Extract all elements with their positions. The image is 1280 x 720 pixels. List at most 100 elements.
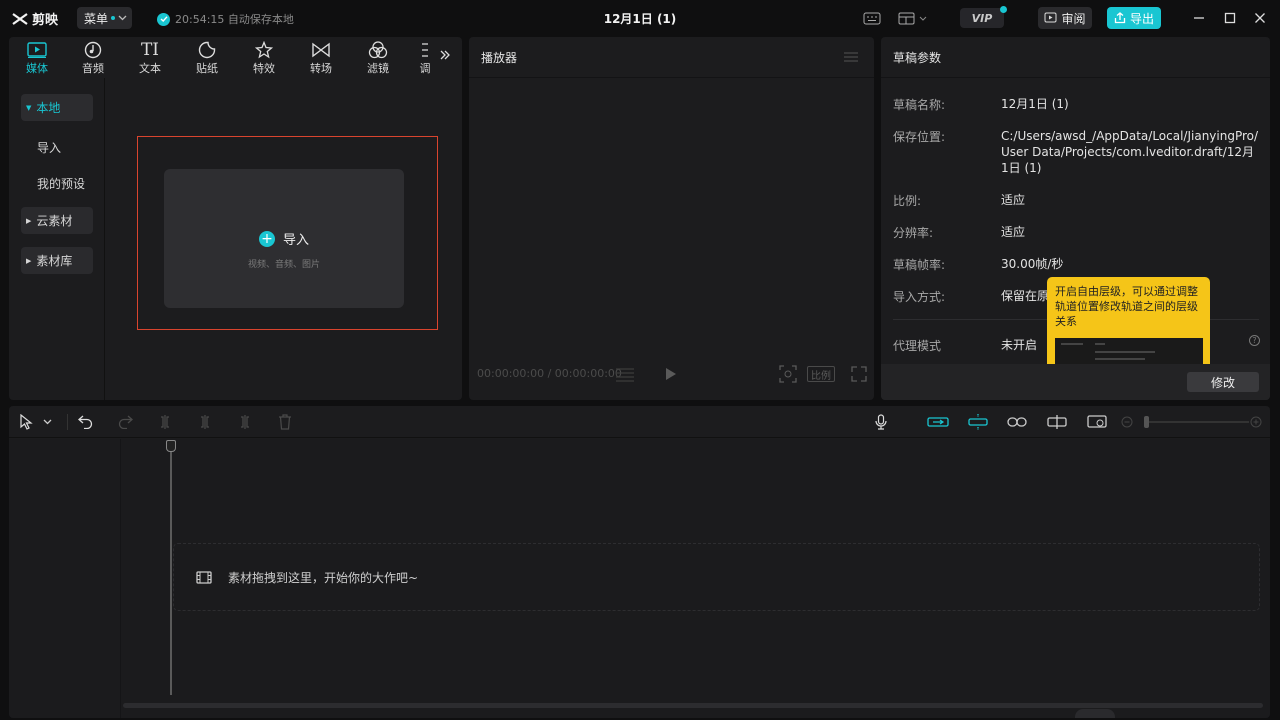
drop-hint: 素材拖拽到这里，开始你的大作吧~ [228,570,419,585]
timeline-body: 素材拖拽到这里，开始你的大作吧~ [9,439,1270,718]
zoom-slider-track[interactable] [1149,421,1249,423]
redo-icon[interactable] [117,414,133,430]
split-right-icon[interactable] [237,414,253,430]
timeline-drop-zone[interactable]: 素材拖拽到这里，开始你的大作吧~ [173,543,1260,611]
document-title: 12月1日 (1) [603,12,677,26]
layout-switch-icon[interactable] [896,9,930,27]
playhead-handle[interactable] [166,440,176,452]
sidebar-item-cloud[interactable]: ▶ 云素材 [21,207,93,234]
tab-label: 贴纸 [196,62,218,75]
export-icon [1114,12,1126,24]
zoom-slider-handle[interactable] [1144,416,1149,428]
param-value: 适应 [1001,193,1026,207]
autosave-text: 20:54:15 自动保存本地 [175,13,294,26]
app-name: 剪映 [32,13,59,28]
timeline-panel: 素材拖拽到这里，开始你的大作吧~ [9,406,1270,718]
text-icon: TI [140,40,160,60]
param-key: 比例: [893,194,922,208]
player-header: 播放器 [469,37,874,78]
microphone-icon[interactable] [873,414,889,430]
main-track-magnet-icon[interactable] [926,414,950,430]
thumbnail-zoom-icon[interactable] [1086,414,1108,430]
tab-filters[interactable]: 滤镜 [356,40,400,78]
title-bar: 剪映 菜单 20:54:15 自动保存本地 12月1日 (1) VIP 审阅 导… [0,0,1280,36]
media-tab-bar: 媒体 音频 TI 文本 贴纸 特效 转场 滤镜 调 [9,37,462,78]
modify-button[interactable]: 修改 [1187,372,1259,392]
undo-icon[interactable] [77,414,93,430]
vip-button[interactable]: VIP [960,6,1007,28]
param-row-name: 草稿名称: 12月1日 (1) [893,96,1263,113]
check-circle-icon [157,12,170,26]
preview-axis-icon[interactable] [1046,414,1068,430]
import-subtitle: 视频、音频、图片 [247,260,320,270]
param-value: 12月1日 (1) [1001,97,1069,111]
param-value: 30.00帧/秒 [1001,257,1064,271]
zoom-out-icon[interactable] [1120,414,1134,430]
menu-button[interactable]: 菜单 [77,7,132,29]
tab-label: 特效 [253,62,275,75]
minimize-icon[interactable] [1189,9,1209,27]
param-value: 适应 [1001,225,1026,239]
help-icon[interactable]: ? [1249,335,1260,346]
link-icon[interactable] [1006,414,1028,430]
player-controls: 00:00:00:00 / 00:00:00:00 比例 [469,359,874,389]
params-header: 草稿参数 [881,37,1270,78]
film-strip-icon [196,570,212,584]
params-footer: 修改 [881,364,1270,400]
player-panel: 播放器 00:00:00:00 / 00:00:00:00 比例 [469,37,874,400]
close-icon[interactable] [1250,9,1270,27]
tab-media[interactable]: 媒体 [15,40,59,78]
track-headers [9,439,121,718]
param-key: 分辨率: [893,226,934,240]
layer-tooltip: 开启自由层级，可以通过调整轨道位置修改轨道之间的层级关系 [1047,277,1210,364]
play-icon[interactable] [665,367,677,384]
param-key: 草稿名称: [893,98,946,112]
sidebar-item-my-presets[interactable]: 我的预设 [37,175,85,192]
tab-label: 滤镜 [367,62,389,75]
split-icon[interactable] [157,414,173,430]
select-cursor-icon[interactable] [18,414,34,430]
fit-screen-icon[interactable] [779,365,797,383]
param-row-ratio: 比例: 适应 [893,192,1263,209]
plus-circle-icon: + [258,230,275,247]
toolbar-divider [67,414,68,430]
tab-label: 调 [419,62,431,75]
hamburger-menu-icon[interactable] [844,51,858,65]
timeline-scrollbar[interactable] [123,703,1263,708]
sidebar-item-import[interactable]: 导入 [37,139,61,156]
chevron-double-right-icon[interactable] [439,49,451,64]
sidebar-item-library[interactable]: ▶ 素材库 [21,247,93,274]
param-value: C:/Users/awsd_/AppData/Local/JianyingPro… [1001,129,1259,175]
vip-notification-dot [1000,6,1007,13]
caret-right-icon: ▶ [26,216,32,225]
menu-label: 菜单 [84,11,109,26]
delete-icon[interactable] [277,414,293,430]
import-card[interactable]: + 导入 视频、音频、图片 [164,169,404,308]
zoom-in-icon[interactable] [1249,414,1263,430]
auto-snap-icon[interactable] [966,414,990,430]
param-row-resolution: 分辨率: 适应 [893,224,1263,241]
review-icon [1044,12,1057,23]
waveform-list-icon[interactable] [615,367,635,383]
chevron-down-icon[interactable] [41,414,53,430]
split-left-icon[interactable] [197,414,213,430]
tab-audio[interactable]: 音频 [71,40,115,78]
autosave-status: 20:54:15 自动保存本地 [157,11,294,27]
adjust-icon [416,40,434,60]
tab-text[interactable]: TI 文本 [128,40,172,78]
review-button[interactable]: 审阅 [1038,7,1092,29]
tab-adjust[interactable]: 调 [413,40,437,78]
ratio-button[interactable]: 比例 [807,366,835,382]
tab-stickers[interactable]: 贴纸 [185,40,229,78]
sidebar-item-label: 本地 [36,101,61,115]
tab-effects[interactable]: 特效 [242,40,286,78]
tab-transitions[interactable]: 转场 [299,40,343,78]
tooltip-preview-image [1055,338,1203,364]
maximize-icon[interactable] [1220,9,1240,27]
keyboard-shortcuts-icon[interactable] [862,9,882,27]
export-button[interactable]: 导出 [1107,7,1161,29]
security-shield-button[interactable] [1075,709,1115,718]
sidebar-item-local[interactable]: ▼ 本地 [21,94,93,121]
fullscreen-icon[interactable] [851,366,867,382]
tab-label: 文本 [139,62,161,75]
